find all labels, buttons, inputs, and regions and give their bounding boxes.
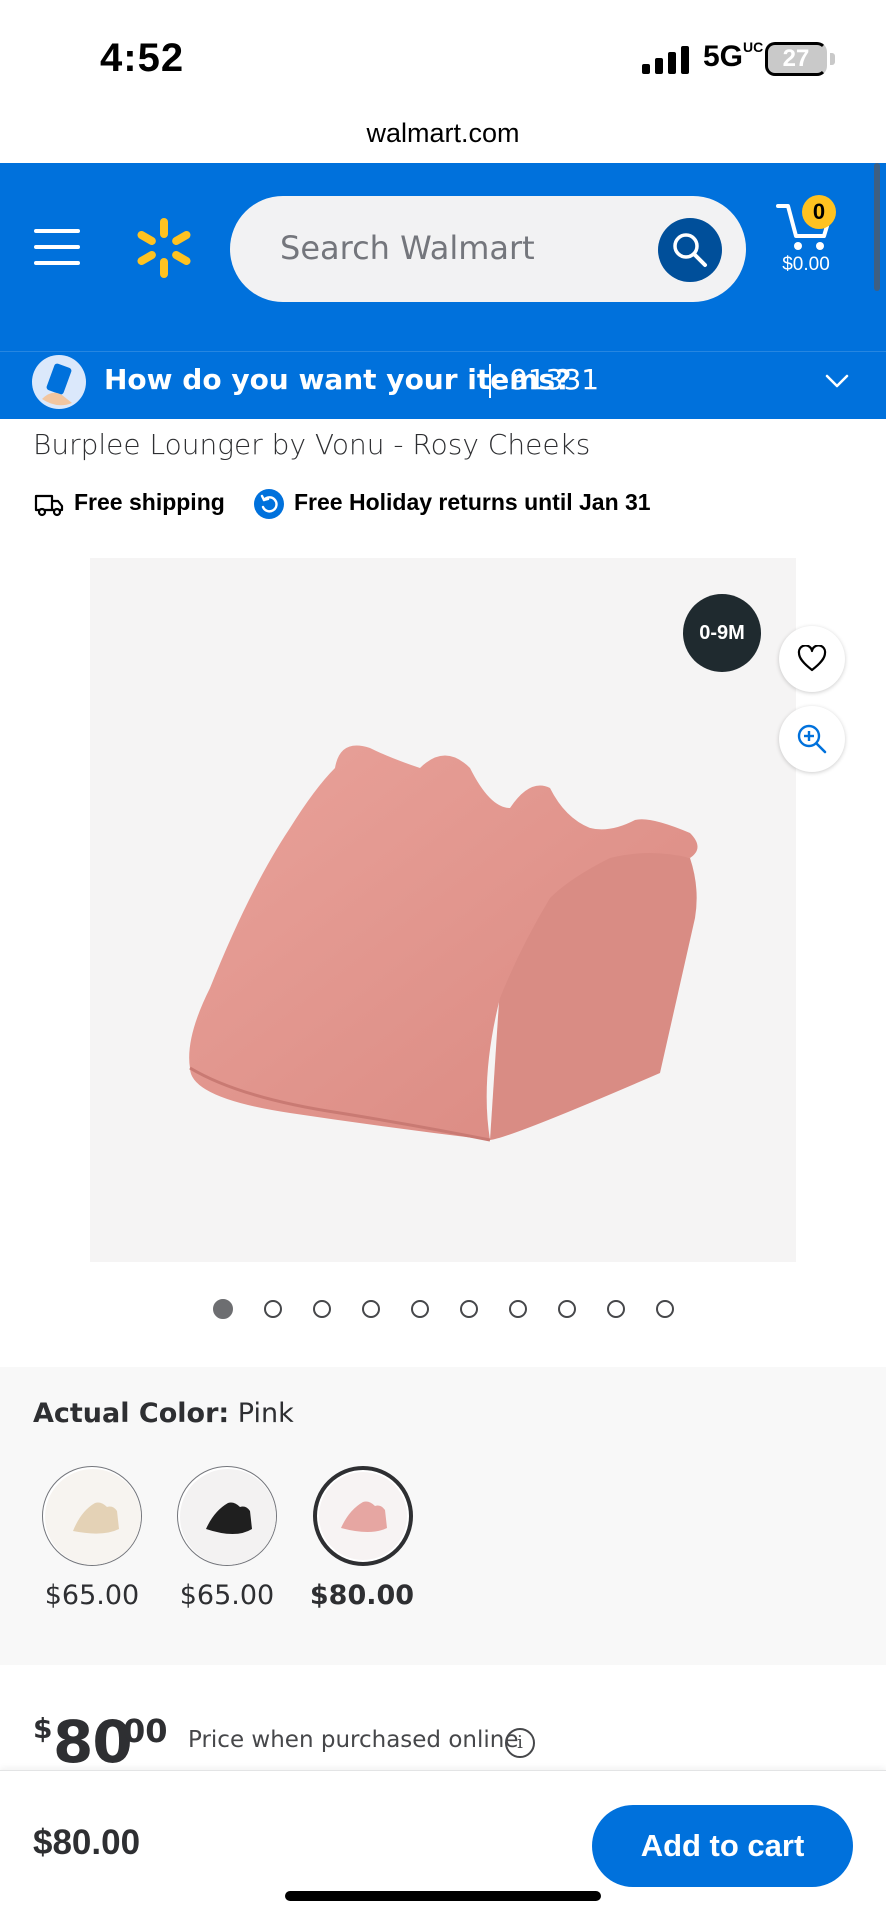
carousel-dot[interactable] (606, 1300, 625, 1318)
zoom-button[interactable] (779, 706, 845, 772)
carousel-dot[interactable] (361, 1300, 380, 1318)
swatch-black[interactable] (177, 1466, 277, 1566)
product-title: Burplee Lounger by Vonu - Rosy Cheeks (33, 428, 591, 461)
carousel-dot[interactable] (212, 1299, 233, 1319)
carousel-dot[interactable] (557, 1300, 576, 1318)
zoom-in-icon (797, 724, 827, 754)
swatch-beige[interactable] (42, 1466, 142, 1566)
color-label-key: Actual Color: (33, 1398, 230, 1429)
carousel-dot[interactable] (459, 1300, 478, 1318)
scrollbar[interactable] (874, 163, 880, 291)
battery-level: 27 (782, 45, 810, 72)
menu-icon-line (34, 261, 80, 265)
search-bar (230, 196, 746, 302)
fulfillment-question: How do you want your items? (104, 363, 572, 396)
fulfillment-divider (489, 364, 491, 398)
browser-url[interactable]: walmart.com (0, 118, 886, 149)
walmart-spark-logo[interactable] (136, 218, 192, 278)
black-pillow-thumb (180, 1469, 276, 1565)
network-label: 5G (703, 40, 744, 73)
status-time: 4:52 (100, 36, 185, 80)
phone-hand-icon (32, 355, 86, 409)
cart-count-badge: 0 (802, 195, 836, 229)
price-cents: 00 (123, 1712, 168, 1750)
truck-icon (34, 494, 64, 517)
favorite-button[interactable] (779, 626, 845, 692)
color-label-value: Pink (237, 1398, 294, 1429)
swatch-price-selected: $80.00 (309, 1580, 415, 1611)
pink-pillow-thumb (319, 1472, 407, 1560)
swatch-pink[interactable] (313, 1466, 413, 1566)
pillow-image (189, 745, 698, 1142)
menu-button[interactable] (34, 229, 80, 265)
swatch-price: $65.00 (179, 1580, 275, 1611)
home-indicator[interactable] (285, 1891, 601, 1901)
search-icon (673, 233, 707, 267)
price-whole: 80 (53, 1708, 133, 1776)
info-icon[interactable]: i (505, 1728, 535, 1758)
carousel-dot[interactable] (263, 1300, 282, 1318)
menu-icon-line (34, 229, 80, 233)
beige-pillow-thumb (45, 1469, 141, 1565)
fulfillment-zip: 91331 (510, 363, 600, 396)
network-suffix: UC (743, 39, 764, 55)
free-shipping-label: Free shipping (74, 489, 225, 515)
price-currency: $ (33, 1712, 53, 1745)
sticky-price: $80.00 (33, 1823, 141, 1862)
return-icon (254, 489, 284, 519)
carousel-dot[interactable] (508, 1300, 527, 1318)
carousel-dot[interactable] (655, 1300, 674, 1318)
menu-icon-line (34, 245, 80, 249)
heart-icon (797, 645, 827, 672)
carousel-dot[interactable] (410, 1300, 429, 1318)
add-to-cart-button[interactable]: Add to cart (592, 1805, 853, 1887)
age-badge: 0-9M (683, 594, 761, 672)
signal-icon (642, 44, 689, 74)
free-returns-label: Free Holiday returns until Jan 31 (294, 489, 651, 515)
color-label: Actual Color: Pink (33, 1398, 294, 1429)
swatch-price: $65.00 (44, 1580, 140, 1611)
network-indicator: 5GUC (703, 39, 764, 74)
image-carousel-dots (0, 1299, 886, 1319)
battery-icon: 27 (765, 42, 827, 76)
cart-total[interactable]: $0.00 (776, 254, 836, 276)
price-note: Price when purchased online (188, 1727, 519, 1753)
search-input[interactable] (280, 226, 640, 270)
chevron-down-icon[interactable] (824, 368, 850, 394)
product-image[interactable] (90, 558, 796, 1262)
carousel-dot[interactable] (312, 1300, 331, 1318)
battery-tip (830, 53, 835, 65)
search-button[interactable] (658, 218, 722, 282)
